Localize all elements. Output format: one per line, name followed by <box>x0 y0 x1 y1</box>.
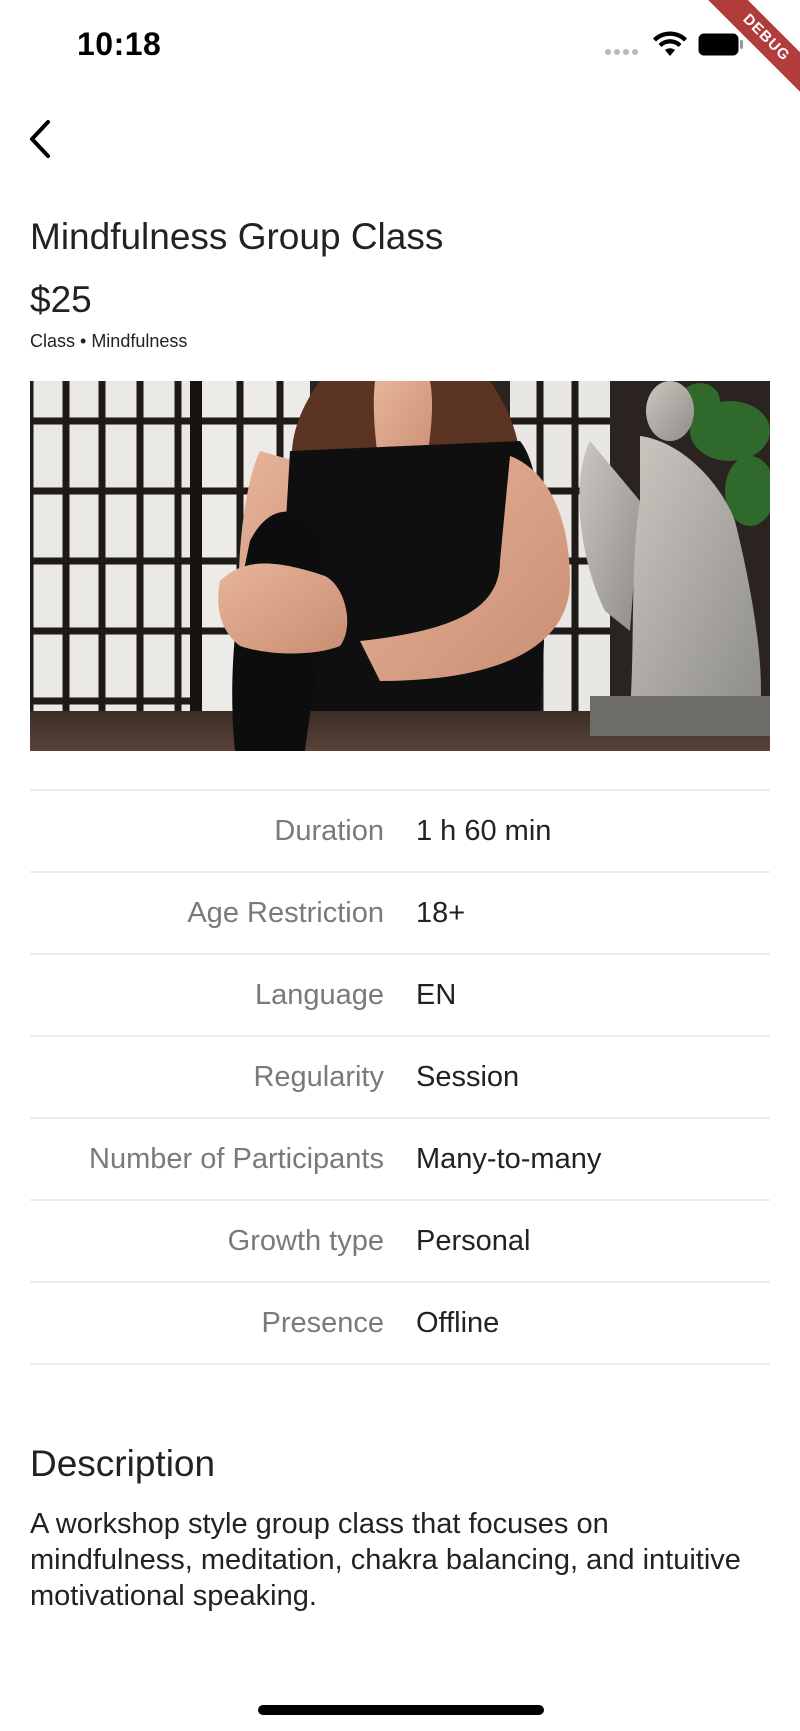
detail-label: Number of Participants <box>89 1142 384 1175</box>
price: $25 <box>30 279 92 320</box>
debug-label: DEBUG <box>699 0 800 105</box>
description-text: A workshop style group class that focuse… <box>30 1508 741 1612</box>
detail-row: Number of Participants Many-to-many <box>30 1119 770 1201</box>
home-indicator[interactable] <box>258 1705 544 1715</box>
detail-row: Age Restriction 18+ <box>30 873 770 955</box>
detail-value: Session <box>416 1060 520 1093</box>
class-photo <box>30 381 770 751</box>
cellular-signal-icon <box>605 49 638 55</box>
details-table: Duration 1 h 60 min Age Restriction 18+ Lang… <box>30 789 770 1365</box>
detail-label: Duration <box>274 814 384 847</box>
detail-row: Duration 1 h 60 min <box>30 791 770 873</box>
detail-label: Language <box>254 978 384 1011</box>
debug-banner: DEBUG <box>690 0 800 110</box>
detail-row: Presence Offline <box>30 1283 770 1365</box>
detail-row: Regularity Session <box>30 1037 770 1119</box>
status-bar: 10:18 DEBUG <box>0 0 800 105</box>
detail-value: 1 h 60 min <box>416 814 552 847</box>
detail-value: Personal <box>416 1224 531 1257</box>
back-button[interactable] <box>24 114 60 164</box>
description-heading: Description <box>30 1443 216 1484</box>
detail-row: Growth type Personal <box>30 1201 770 1283</box>
class-photo-illustration <box>30 381 770 751</box>
detail-label: Regularity <box>253 1060 384 1093</box>
detail-value: Offline <box>416 1306 500 1339</box>
detail-value: EN <box>416 978 457 1011</box>
category-label: Class • Mindfulness <box>30 331 188 351</box>
detail-row: Language EN <box>30 955 770 1037</box>
detail-label: Growth type <box>227 1224 384 1257</box>
detail-label: Age Restriction <box>187 896 384 929</box>
wifi-icon <box>653 31 687 56</box>
status-time: 10:18 <box>77 26 162 62</box>
detail-value: Many-to-many <box>416 1142 602 1175</box>
chevron-left-icon <box>30 120 50 158</box>
detail-value: 18+ <box>416 896 466 929</box>
page-title: Mindfulness Group Class <box>30 216 444 257</box>
detail-label: Presence <box>261 1306 384 1339</box>
